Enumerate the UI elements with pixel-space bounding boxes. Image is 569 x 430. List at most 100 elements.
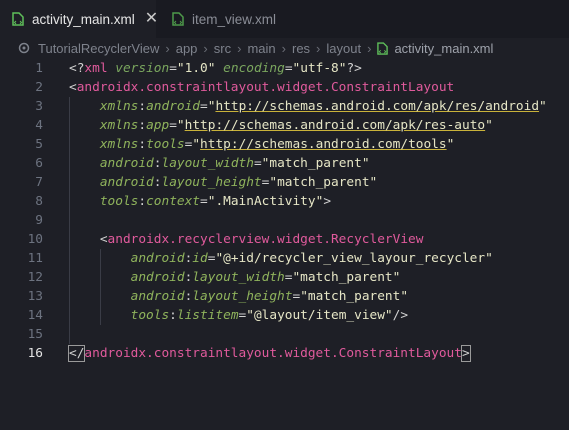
code-token: " [485, 118, 493, 133]
code-line[interactable]: 4 xmlns:app="http://schemas.android.com/… [0, 116, 569, 135]
code-line[interactable]: 16 </androidx.constraintlayout.widget.Con… [0, 344, 569, 363]
chevron-right-icon: › [165, 40, 170, 56]
breadcrumb-item[interactable]: src [214, 41, 231, 56]
line-number: 7 [35, 175, 43, 190]
code-line[interactable]: 7 android:layout_height="match_parent" [0, 173, 569, 192]
code-token: layout_height [192, 289, 293, 304]
code-token: androidx.constraintlayout.widget.Constra… [84, 346, 462, 361]
code-token: "1.0" [176, 61, 216, 76]
code-token: app [146, 118, 170, 133]
code-token: "@layout/item_view" [246, 308, 393, 323]
line-number: 13 [27, 289, 43, 304]
module-icon [18, 42, 30, 54]
line-number: 4 [35, 118, 43, 133]
code-token: < [69, 80, 77, 95]
code-token: android [130, 251, 185, 266]
code-text: android:layout_height="match_parent" [69, 287, 408, 306]
close-icon[interactable]: ✕ [145, 11, 158, 27]
code-line[interactable]: 9 [0, 211, 569, 230]
breadcrumb-item[interactable]: app [176, 41, 198, 56]
code-token: "match_parent" [300, 289, 409, 304]
code-token: context [146, 194, 201, 209]
code-token: = [284, 61, 293, 76]
line-number: 9 [35, 213, 43, 228]
breadcrumb-current[interactable]: activity_main.xml [394, 41, 493, 56]
code-token: xmlns [99, 118, 139, 133]
code-token: </ [67, 345, 86, 362]
code-line[interactable]: 8 tools:context=".MainActivity"> [0, 192, 569, 211]
xml-file-icon [172, 12, 184, 26]
code-token: " [539, 99, 547, 114]
breadcrumb-item[interactable]: main [247, 41, 275, 56]
chevron-right-icon: › [281, 40, 286, 56]
breadcrumb-item[interactable]: res [292, 41, 310, 56]
code-token: <? [69, 61, 85, 76]
code-token: http://schemas.android.com/tools [200, 137, 447, 152]
code-editor[interactable]: 1 <?xml version="1.0" encoding="utf-8"?> 2… [0, 59, 569, 430]
code-token: android [130, 270, 185, 285]
code-line[interactable]: 13 android:layout_height="match_parent" [0, 287, 569, 306]
code-token: xmlns [99, 137, 139, 152]
code-token: androidx.constraintlayout.widget.Constra… [76, 80, 455, 95]
code-token: android [146, 99, 201, 114]
line-number: 2 [35, 80, 43, 95]
line-number: 1 [35, 61, 43, 76]
tab-item-view[interactable]: item_view.xml [168, 0, 298, 38]
code-token: tools [130, 308, 170, 323]
code-line[interactable]: 14 tools:listitem="@layout/item_view"/> [0, 306, 569, 325]
tab-activity-main[interactable]: activity_main.xml ✕ [0, 0, 158, 38]
code-line[interactable]: 5 xmlns:tools="http://schemas.android.co… [0, 135, 569, 154]
code-line[interactable]: 2 <androidx.constraintlayout.widget.Const… [0, 78, 569, 97]
code-line[interactable]: 1 <?xml version="1.0" encoding="utf-8"?> [0, 59, 569, 78]
code-token: layout_width [161, 156, 254, 171]
breadcrumb-item[interactable]: layout [326, 41, 361, 56]
code-token: http://schemas.android.com/apk/res/andro… [215, 99, 540, 114]
code-text: tools:listitem="@layout/item_view"/> [69, 306, 408, 325]
breadcrumb: TutorialRecyclerView › app › src › main … [0, 38, 569, 58]
code-token: : [169, 308, 177, 323]
code-token: > [323, 194, 332, 209]
code-token: /> [392, 308, 409, 323]
code-token: = [169, 61, 177, 76]
code-line[interactable]: 10 <androidx.recyclerview.widget.Recycle… [0, 230, 569, 249]
breadcrumb-item[interactable]: TutorialRecyclerView [38, 41, 159, 56]
code-text: xmlns:app="http://schemas.android.com/ap… [69, 116, 493, 135]
code-line[interactable]: 3 xmlns:android= "http://schemas.android.… [0, 97, 569, 116]
code-token: "utf-8" [292, 61, 347, 76]
line-number: 11 [27, 251, 43, 266]
code-token: tools [99, 194, 139, 209]
code-text: android:layout_height="match_parent" [69, 173, 377, 192]
code-text: <androidx.constraintlayout.widget.Constr… [69, 78, 454, 97]
code-text: <androidx.recyclerview.widget.RecyclerVi… [69, 230, 424, 249]
code-token: xmlns [99, 99, 139, 114]
code-token: android [130, 289, 185, 304]
code-token: : [138, 194, 147, 209]
line-number: 16 [27, 346, 43, 361]
line-number: 5 [35, 137, 43, 152]
chevron-right-icon: › [203, 40, 208, 56]
line-number: 10 [27, 232, 43, 247]
xml-file-icon [12, 12, 24, 26]
code-token: = [253, 156, 262, 171]
code-token: "match_parent" [269, 175, 378, 190]
tab-bar: activity_main.xml ✕ item_view.xml [0, 0, 569, 38]
code-token: " [446, 137, 455, 152]
code-token: androidx.recyclerview.widget.RecyclerVie… [107, 232, 424, 247]
line-number: 6 [35, 156, 43, 171]
line-number: 3 [35, 99, 43, 114]
code-token: android [99, 175, 154, 190]
line-number: 14 [27, 308, 43, 323]
code-line[interactable]: 12 android:layout_width="match_parent" [0, 268, 569, 287]
code-line[interactable]: 11 android:id="@+id/recycler_view_layour… [0, 249, 569, 268]
code-token: layout_height [161, 175, 262, 190]
code-token: = [169, 118, 177, 133]
code-line[interactable]: 6 android:layout_width="match_parent" [0, 154, 569, 173]
code-token: android [99, 156, 154, 171]
code-text: xmlns:android= "http://schemas.android.co… [69, 97, 547, 116]
code-line[interactable]: 15 [0, 325, 569, 344]
code-token: " [176, 118, 185, 133]
tab-label: activity_main.xml [32, 11, 135, 27]
